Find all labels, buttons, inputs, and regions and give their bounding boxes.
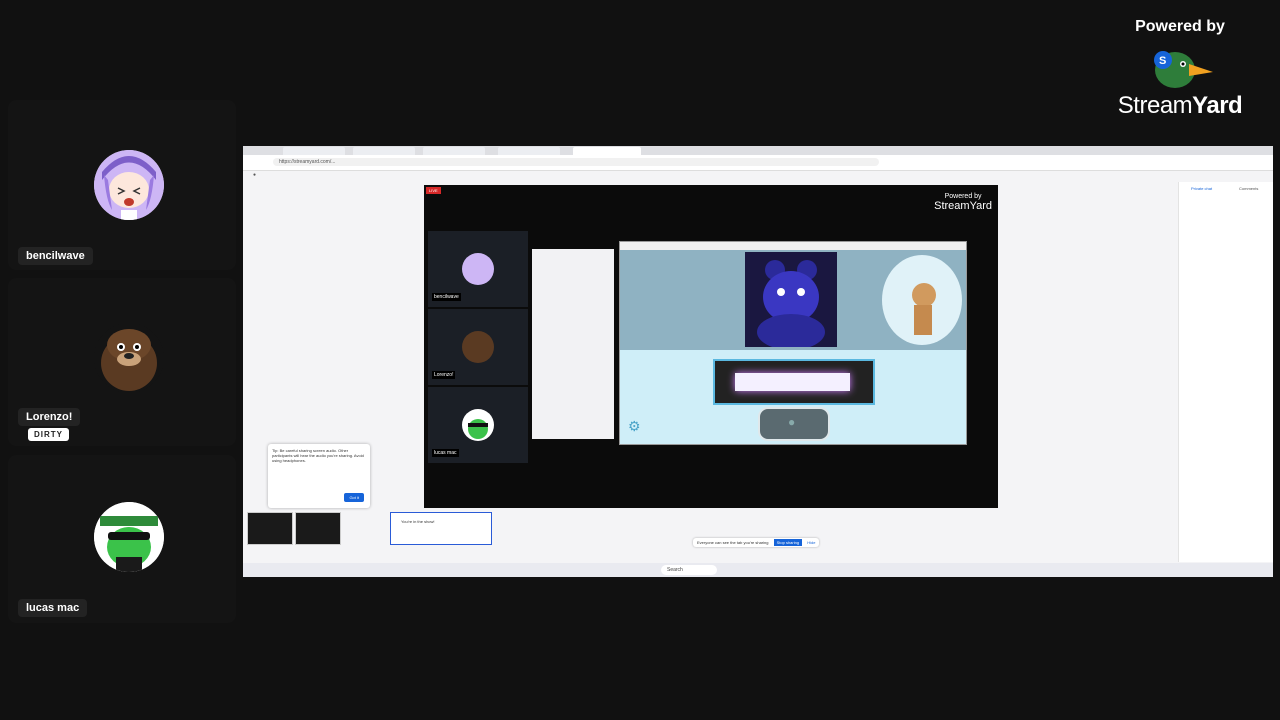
participant-tile-bencilwave[interactable]: bencilwave	[8, 100, 236, 270]
stage-brand-name: StreamYard	[934, 200, 992, 212]
game-window[interactable]: ● ⚙	[619, 241, 967, 445]
game-scene	[620, 250, 966, 350]
avatar-lorenzo	[94, 323, 164, 393]
stage-participant: Lorenzo!	[428, 309, 528, 385]
wordmark-yard: Yard	[1192, 92, 1243, 119]
avatar	[462, 331, 494, 363]
got-it-button[interactable]: Got it	[344, 493, 364, 502]
game-window-titlebar[interactable]	[620, 242, 966, 250]
animatronic-image	[745, 252, 837, 350]
powered-by-label: Powered by	[1135, 18, 1225, 35]
avatar	[462, 253, 494, 285]
search-label: Search	[667, 567, 683, 573]
participant-tile-lorenzo[interactable]: Lorenzo! DIRTY	[8, 278, 236, 446]
shared-screen: https://streamyard.com/... ● LIVE bencil…	[243, 146, 1273, 577]
microphone-icon: ●	[788, 415, 796, 429]
chat-panel: Private chat Comments	[1178, 182, 1273, 562]
wordmark-stream: Stream	[1117, 92, 1193, 119]
screen-share-banner: Everyone can see the tab you're sharing …	[693, 538, 820, 547]
browser-tab-active[interactable]	[573, 147, 641, 155]
in-show-text: You're in the show!	[401, 519, 435, 524]
status-badge: DIRTY	[28, 428, 69, 441]
stage-participant: lucas mac	[428, 387, 528, 463]
in-show-notice: You're in the show!	[390, 512, 492, 545]
toast-text: Tip: Be careful sharing screen audio. Ot…	[272, 448, 364, 463]
stage-powered-by: Powered by	[944, 193, 982, 200]
tab-comments[interactable]: Comments	[1239, 186, 1258, 191]
browser-url-bar[interactable]: https://streamyard.com/...	[243, 155, 1273, 171]
streamyard-logo-icon: S	[1145, 42, 1215, 90]
audio-visualizer	[713, 359, 875, 405]
search-box[interactable]: Search	[661, 565, 717, 575]
browser-tab[interactable]	[498, 147, 560, 155]
stage-participant: bencilwave	[428, 231, 528, 307]
browser-tab[interactable]	[283, 147, 345, 155]
browser-tab-bar	[243, 146, 1273, 155]
stop-sharing-button[interactable]: Stop sharing	[773, 539, 803, 546]
porthole-window	[882, 255, 962, 345]
stage-participant-name: Lorenzo!	[432, 371, 456, 379]
nested-screen	[532, 249, 614, 439]
participant-name: Lorenzo!	[18, 408, 81, 426]
windows-taskbar: Search	[243, 563, 1273, 577]
stage-branding: Powered by StreamYard	[934, 193, 992, 212]
audio-tip-toast: Tip: Be careful sharing screen audio. Ot…	[268, 444, 370, 508]
browser-tab[interactable]	[423, 147, 485, 155]
layout-thumbnail[interactable]	[295, 512, 341, 545]
gear-icon[interactable]: ⚙	[628, 418, 641, 435]
avatar-lucas-mac	[94, 502, 164, 572]
streamyard-wordmark: StreamYard	[1100, 92, 1260, 120]
browser-tab[interactable]	[353, 147, 415, 155]
participant-tile-lucas-mac[interactable]: lucas mac	[8, 455, 236, 623]
tab-private-chat[interactable]: Private chat	[1191, 186, 1212, 191]
streamyard-branding: Powered by S StreamYard	[1100, 18, 1260, 120]
avatar-bencilwave	[94, 150, 164, 220]
share-notice-text: Everyone can see the tab you're sharing	[697, 540, 769, 545]
participant-name: lucas mac	[18, 599, 88, 617]
stage-participant-name: lucas mac	[432, 449, 459, 457]
hide-button[interactable]: Hide	[807, 540, 815, 545]
microphone-button[interactable]: ●	[758, 407, 830, 441]
url-text[interactable]: https://streamyard.com/...	[273, 158, 879, 166]
svg-text:S: S	[1159, 55, 1166, 67]
live-badge: LIVE	[426, 187, 441, 194]
avatar	[462, 409, 494, 441]
stage-preview: LIVE bencilwave Lorenzo! lucas mac Power…	[424, 185, 998, 508]
stage-participant-name: bencilwave	[432, 293, 461, 301]
participant-name: bencilwave	[18, 247, 93, 265]
layout-thumbnail[interactable]	[247, 512, 293, 545]
studio-info-text: ●	[253, 172, 257, 178]
